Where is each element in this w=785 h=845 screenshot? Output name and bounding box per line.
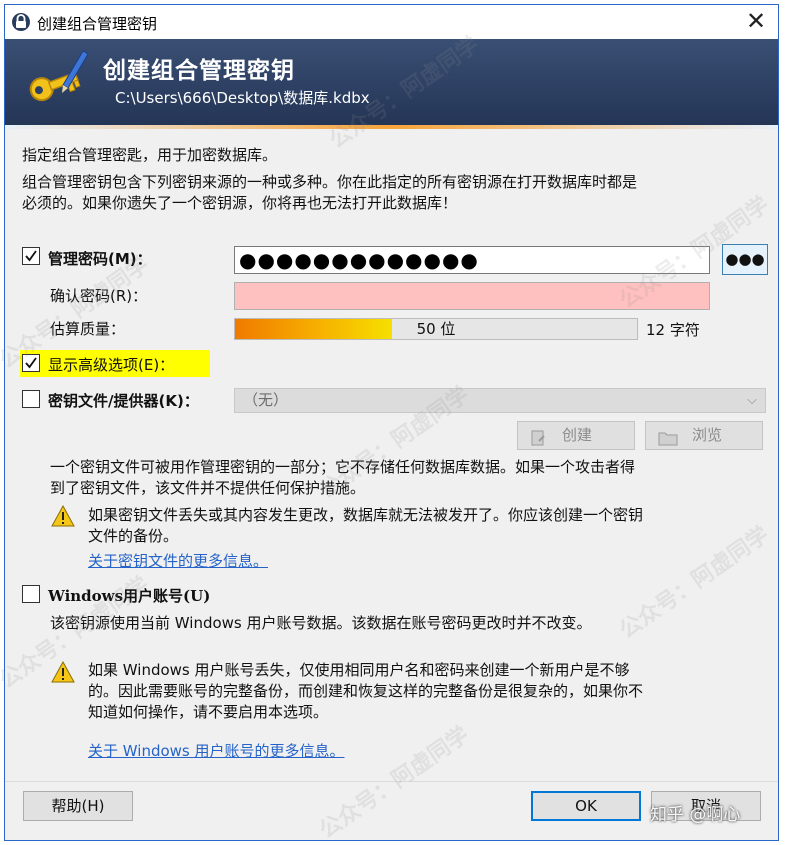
chevron-down-icon: ⌵ xyxy=(747,393,757,408)
key-file-provider-select[interactable]: （无） ⌵ xyxy=(234,388,766,413)
header-banner: 创建组合管理密钥 C:\Users\666\Desktop\数据库.kdbx xyxy=(5,39,778,125)
windows-account-warning-1: 如果 Windows 用户账号丢失，仅使用相同用户名和密码来创建一个新用户是不够 xyxy=(88,661,630,679)
close-button[interactable]: ✕ xyxy=(742,8,770,34)
quality-bar: 50 位 xyxy=(234,318,638,340)
windows-account-checkbox[interactable] xyxy=(22,585,40,603)
key-file-help-link[interactable]: 关于密钥文件的更多信息。 xyxy=(88,550,268,571)
intro-line-1: 指定组合管理密匙，用于加密数据库。 xyxy=(22,146,278,164)
advanced-options-label: 显示高级选项(E)： xyxy=(48,356,175,374)
master-password-label: 管理密码(M)： xyxy=(48,250,152,268)
advanced-options-checkbox[interactable] xyxy=(22,354,40,372)
master-password-input[interactable]: ●●●●●●●●●●●●● xyxy=(234,246,710,274)
reveal-password-button[interactable]: ●●● xyxy=(722,244,768,275)
windows-account-help-link[interactable]: 关于 Windows 用户账号的更多信息。 xyxy=(88,740,345,761)
create-key-file-button[interactable]: 创建 xyxy=(517,421,635,450)
key-file-description-1: 一个密钥文件可被用作管理密钥的一部分；它不存储任何数据库数据。如果一个攻击者得 xyxy=(50,458,636,476)
windows-account-warning-3: 知道如何操作，请不要启用本选项。 xyxy=(88,703,329,721)
lock-icon xyxy=(11,11,31,37)
help-button[interactable]: 帮助(H) xyxy=(23,791,133,821)
ok-button[interactable]: OK xyxy=(531,791,641,821)
new-file-icon xyxy=(530,428,546,455)
key-file-checkbox[interactable] xyxy=(22,390,40,408)
checkmark-icon xyxy=(25,357,37,369)
warning-icon xyxy=(51,504,75,527)
footer-divider xyxy=(5,781,778,782)
zhihu-watermark: 知乎 @啊心 xyxy=(650,805,741,825)
title-bar: 创建组合管理密钥 ✕ xyxy=(5,5,778,39)
intro-line-2: 组合管理密钥包含下列密钥来源的一种或多种。你在此指定的所有密钥源在打开数据库时都… xyxy=(22,173,638,191)
checkmark-icon xyxy=(25,250,37,262)
master-password-checkbox[interactable] xyxy=(22,247,40,265)
key-file-description-2: 到了密钥文件，该文件并不提供任何保护措施。 xyxy=(50,479,366,497)
window-title: 创建组合管理密钥 xyxy=(37,15,158,33)
confirm-password-label: 确认密码(R)： xyxy=(50,287,148,305)
intro-line-3: 必须的。如果你遗失了一个密钥源，你将再也无法打开此数据库！ xyxy=(22,194,458,212)
key-file-label: 密钥文件/提供器(K)： xyxy=(48,392,199,410)
key-pen-icon xyxy=(17,45,89,121)
quality-label: 估算质量： xyxy=(50,320,126,338)
windows-account-description: 该密钥源使用当前 Windows 用户账号数据。该数据在账号密码更改时并不改变。 xyxy=(50,614,592,632)
create-button-label: 创建 xyxy=(562,426,593,444)
folder-icon xyxy=(658,428,678,455)
quality-bits-text: 50 位 xyxy=(416,320,456,338)
windows-account-warning-2: 的。因此需要账号的完整备份，而创建和恢复这样的完整备份是很复杂的，如果你不 xyxy=(88,682,644,700)
key-file-warning-1: 如果密钥文件丢失或其内容发生更改，数据库就无法被发开了。你应该创建一个密钥 xyxy=(88,506,644,524)
watermark-text: 公众号：阿虚同学 xyxy=(615,522,774,644)
confirm-password-input[interactable] xyxy=(234,282,710,310)
key-file-warning-2: 文件的备份。 xyxy=(88,527,179,545)
database-path: C:\Users\666\Desktop\数据库.kdbx xyxy=(115,89,370,107)
warning-icon xyxy=(51,660,75,683)
browse-key-file-button[interactable]: 浏览 xyxy=(645,421,763,450)
windows-account-label: Windows用户账号(U) xyxy=(48,587,211,605)
banner-accent-strip xyxy=(5,125,778,129)
quality-chars-text: 12 字符 xyxy=(646,321,700,339)
banner-title: 创建组合管理密钥 xyxy=(103,58,295,84)
dialog-window: 创建组合管理密钥 ✕ 创建组合管理密钥 C:\Users\666\Desktop… xyxy=(0,4,779,844)
browse-button-label: 浏览 xyxy=(692,426,723,444)
key-file-select-value: （无） xyxy=(243,391,289,409)
